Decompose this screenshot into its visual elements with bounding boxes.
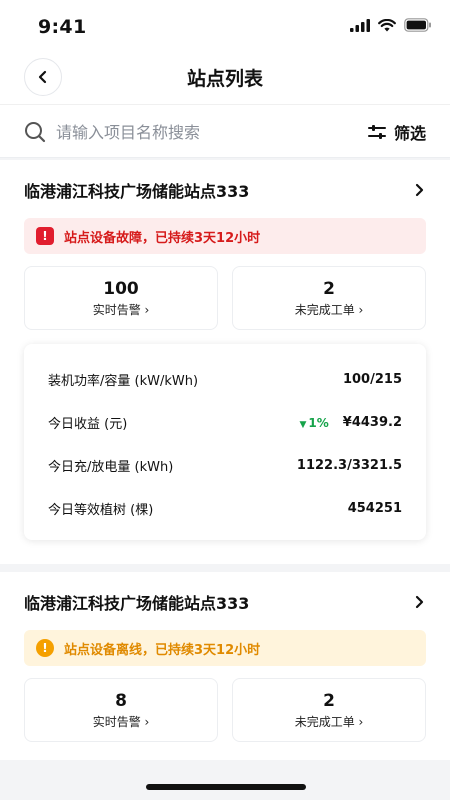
station-name: 临港浦江科技广场储能站点333 bbox=[24, 594, 250, 613]
station-name: 临港浦江科技广场储能站点333 bbox=[24, 182, 250, 201]
stat-label: 实时告警 › bbox=[92, 715, 150, 729]
offline-alert: ! 站点设备离线，已持续3天12小时 bbox=[24, 630, 426, 666]
metric-label: 装机功率/容量 (kW/kWh) bbox=[48, 374, 199, 389]
metric-label: 今日充/放电量 (kWh) bbox=[48, 460, 174, 475]
metric-row: 今日收益 (元) ▼ 1% ¥4439.2 bbox=[48, 413, 402, 432]
search-icon bbox=[25, 122, 46, 143]
metric-value: 100/215 bbox=[342, 372, 402, 387]
alert-text: 站点设备离线，已持续3天12小时 bbox=[64, 642, 261, 658]
stat-label: 未完成工单 › bbox=[294, 303, 364, 317]
metric-value: ¥4439.2 bbox=[342, 415, 402, 430]
alert-text: 站点设备故障，已持续3天12小时 bbox=[64, 230, 261, 246]
filter-sliders-icon bbox=[367, 125, 386, 139]
trend-value: 1% bbox=[308, 415, 329, 430]
metric-row: 装机功率/容量 (kW/kWh) 100/215 bbox=[48, 370, 402, 389]
battery-icon bbox=[404, 18, 431, 32]
station-header[interactable]: 临港浦江科技广场储能站点333 bbox=[24, 178, 426, 202]
error-icon: ! bbox=[36, 227, 54, 245]
open-workorder-stat[interactable]: 2 未完成工单 › bbox=[232, 678, 426, 742]
search-input[interactable] bbox=[56, 118, 336, 146]
trend-down-icon: ▼ bbox=[299, 419, 307, 430]
filter-label: 筛选 bbox=[393, 124, 426, 143]
home-indicator bbox=[146, 784, 306, 790]
realtime-alarm-stat[interactable]: 8 实时告警 › bbox=[24, 678, 218, 742]
stat-label: 实时告警 › bbox=[92, 303, 150, 317]
station-card[interactable]: 临港浦江科技广场储能站点333 ! 站点设备离线，已持续3天12小时 8 实时告… bbox=[0, 572, 450, 760]
cellular-signal-icon bbox=[350, 18, 370, 32]
metric-value: 1122.3/3321.5 bbox=[296, 458, 402, 473]
filter-button[interactable]: 筛选 bbox=[367, 120, 426, 144]
status-time: 9:41 bbox=[38, 16, 87, 38]
stat-value: 2 bbox=[323, 691, 335, 711]
realtime-alarm-stat[interactable]: 100 实时告警 › bbox=[24, 266, 218, 330]
open-workorder-stat[interactable]: 2 未完成工单 › bbox=[232, 266, 426, 330]
metric-row: 今日充/放电量 (kWh) 1122.3/3321.5 bbox=[48, 456, 402, 475]
metric-label: 今日等效植树 (棵) bbox=[48, 503, 154, 518]
wifi-icon bbox=[378, 18, 396, 31]
station-card[interactable]: 临港浦江科技广场储能站点333 ! 站点设备故障，已持续3天12小时 100 实… bbox=[0, 160, 450, 564]
stat-value: 2 bbox=[323, 279, 335, 299]
page-title: 站点列表 bbox=[186, 68, 263, 90]
metrics-panel: 装机功率/容量 (kW/kWh) 100/215 今日收益 (元) ▼ 1% ¥4… bbox=[24, 344, 426, 540]
fault-alert: ! 站点设备故障，已持续3天12小时 bbox=[24, 218, 426, 254]
warning-icon: ! bbox=[36, 639, 54, 657]
stat-value: 8 bbox=[115, 691, 127, 711]
trend-badge: ▼ 1% bbox=[299, 416, 328, 430]
search-bar: 筛选 bbox=[0, 104, 450, 158]
stat-value: 100 bbox=[103, 279, 139, 299]
stat-label: 未完成工单 › bbox=[294, 715, 364, 729]
station-header[interactable]: 临港浦江科技广场储能站点333 bbox=[24, 590, 426, 614]
nav-bar: 站点列表 bbox=[0, 52, 450, 104]
metric-label: 今日收益 (元) bbox=[48, 417, 128, 432]
status-bar: 9:41 bbox=[0, 0, 450, 52]
metric-row: 今日等效植树 (棵) 454251 bbox=[48, 499, 402, 518]
status-icons bbox=[350, 18, 432, 32]
metric-value: 454251 bbox=[347, 501, 402, 516]
chevron-right-icon[interactable] bbox=[414, 595, 426, 609]
chevron-right-icon[interactable] bbox=[414, 183, 426, 197]
metric-value-group: ▼ 1% ¥4439.2 bbox=[299, 415, 402, 430]
